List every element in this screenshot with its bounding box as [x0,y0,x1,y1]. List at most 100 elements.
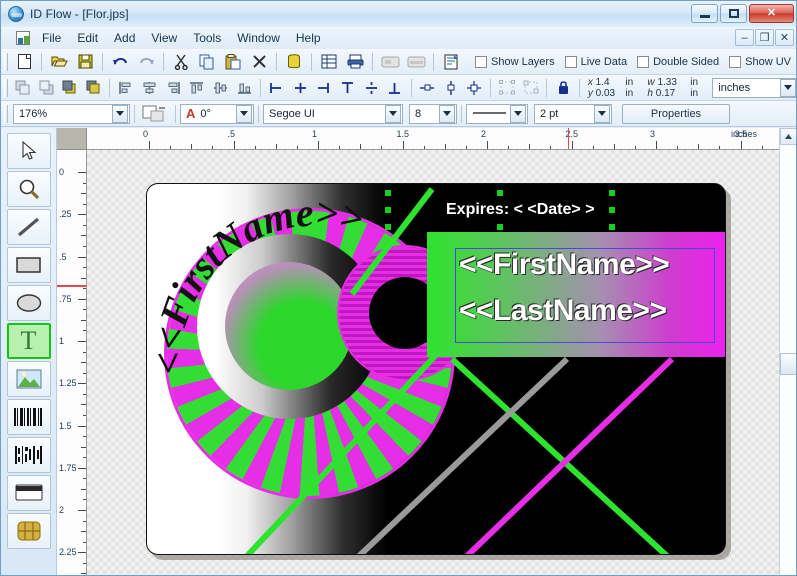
barcode-2d-tool[interactable] [6,437,51,473]
delete-button[interactable] [247,51,271,73]
handle-middle-right[interactable] [609,207,615,213]
show-uv-checkbox[interactable]: Show UV [729,55,791,68]
double-sided-checkbox[interactable]: Double Sided [637,55,719,68]
align-bottom-button[interactable] [233,77,255,99]
toolbar-grip[interactable] [4,78,8,97]
properties-button[interactable]: Properties [622,103,730,124]
line-style-select[interactable] [466,103,528,124]
align-center-horizontal-button[interactable] [139,77,161,99]
menu-item-edit[interactable]: Edit [69,29,106,47]
h-value[interactable]: 0.17 [656,88,675,99]
w-value[interactable]: 1.33 [657,77,676,88]
last-name-text[interactable]: <<LastName>> [459,294,667,328]
font-family-select[interactable]: Segoe UI [263,103,403,124]
handle-bottom-right[interactable] [609,224,615,230]
line-weight-select[interactable]: 2 pt [534,103,612,124]
rectangle-tool[interactable] [6,247,51,283]
database-button[interactable] [282,51,306,73]
fill-color-swatch[interactable] [140,103,170,125]
print-button[interactable] [343,51,367,73]
align-right-button[interactable] [162,77,184,99]
paste-button[interactable] [221,51,245,73]
align-left-button[interactable] [115,77,137,99]
line-tool[interactable] [6,209,51,245]
lock-button[interactable] [552,77,574,99]
send-to-back-button[interactable] [35,77,57,99]
distribute-bottom-button[interactable] [384,77,406,99]
preview-button[interactable] [440,51,464,73]
id-card-artwork[interactable]: <<FirstName>> <<FirstName>> <<LastName>>… [146,183,726,555]
chevron-down-icon[interactable] [779,78,796,97]
maximize-button[interactable] [720,4,747,23]
menu-item-tools[interactable]: Tools [185,29,229,47]
handle-bottom-center[interactable] [497,224,503,230]
open-file-button[interactable] [47,51,71,73]
copy-button[interactable] [195,51,219,73]
mdi-minimize-button[interactable]: – [735,29,754,46]
mdi-close-button[interactable]: ✕ [775,29,794,46]
cut-button[interactable] [169,51,193,73]
toolbar-grip[interactable] [4,52,8,71]
chevron-down-icon[interactable] [594,104,610,123]
toolbar-grip[interactable] [4,104,8,123]
records-button[interactable] [317,51,341,73]
send-backward-button[interactable] [83,77,105,99]
distribute-middle-button[interactable] [360,77,382,99]
handle-bottom-left[interactable] [385,224,391,230]
rotation-select[interactable]: A 0° [180,103,254,124]
y-value[interactable]: 0.03 [596,88,615,99]
chevron-down-icon[interactable] [112,104,128,123]
font-size-select[interactable]: 8 [409,103,457,124]
menu-item-view[interactable]: View [143,29,185,47]
same-height-button[interactable] [440,77,462,99]
magstripe-tool[interactable] [6,475,51,511]
scroll-up-button[interactable] [780,128,796,145]
bring-forward-button[interactable] [59,77,81,99]
zoom-tool[interactable] [6,171,51,207]
align-middle-button[interactable] [210,77,232,99]
scrollbar-thumb[interactable] [780,353,796,375]
x-value[interactable]: 1.4 [596,77,610,88]
undo-button[interactable] [108,51,132,73]
save-file-button[interactable] [73,51,97,73]
bring-to-front-button[interactable] [12,77,34,99]
distribute-top-button[interactable] [337,77,359,99]
smartcard-tool[interactable] [6,513,51,549]
live-data-checkbox[interactable]: Live Data [564,55,627,68]
menu-item-window[interactable]: Window [229,29,288,47]
vertical-ruler[interactable]: 0 .25 .5 .75 1 1.25 1.5 1.75 2 2.25 [57,150,87,575]
design-canvas[interactable]: <<FirstName>> <<FirstName>> <<LastName>>… [87,150,781,575]
chevron-down-icon[interactable] [510,104,526,123]
horizontal-ruler[interactable]: 0.5 1 1.5 2 2.5 3 3.5 inches [87,128,781,150]
close-button[interactable]: ✕ [749,4,794,23]
menu-item-file[interactable]: File [34,29,69,47]
edge-right-button[interactable] [313,77,335,99]
zoom-select[interactable]: 176% [13,103,130,124]
chevron-down-icon[interactable] [236,104,252,123]
handle-top-right[interactable] [609,190,615,196]
units-select[interactable]: inches [712,77,796,98]
vertical-scrollbar[interactable] [779,128,796,575]
handle-top-left[interactable] [385,190,391,196]
select-tool[interactable] [6,133,51,169]
same-size-button[interactable] [464,77,486,99]
image-tool[interactable] [6,361,51,397]
new-file-button[interactable] [12,51,36,73]
barcode-tool[interactable] [6,399,51,435]
edge-center-button[interactable] [289,77,311,99]
same-width-button[interactable] [416,77,438,99]
handle-top-center[interactable] [497,190,503,196]
menu-item-help[interactable]: Help [288,29,329,47]
menu-item-add[interactable]: Add [106,29,143,47]
minimize-button[interactable] [691,4,718,23]
first-name-text[interactable]: <<FirstName>> [459,248,670,282]
handle-middle-left[interactable] [385,207,391,213]
show-layers-checkbox[interactable]: Show Layers [475,55,555,68]
edge-left-button[interactable] [266,77,288,99]
chevron-down-icon[interactable] [439,104,455,123]
mdi-restore-button[interactable]: ❐ [755,29,774,46]
align-top-button[interactable] [186,77,208,99]
chevron-down-icon[interactable] [385,104,401,123]
redo-button[interactable] [134,51,158,73]
text-tool[interactable]: T [6,323,51,359]
